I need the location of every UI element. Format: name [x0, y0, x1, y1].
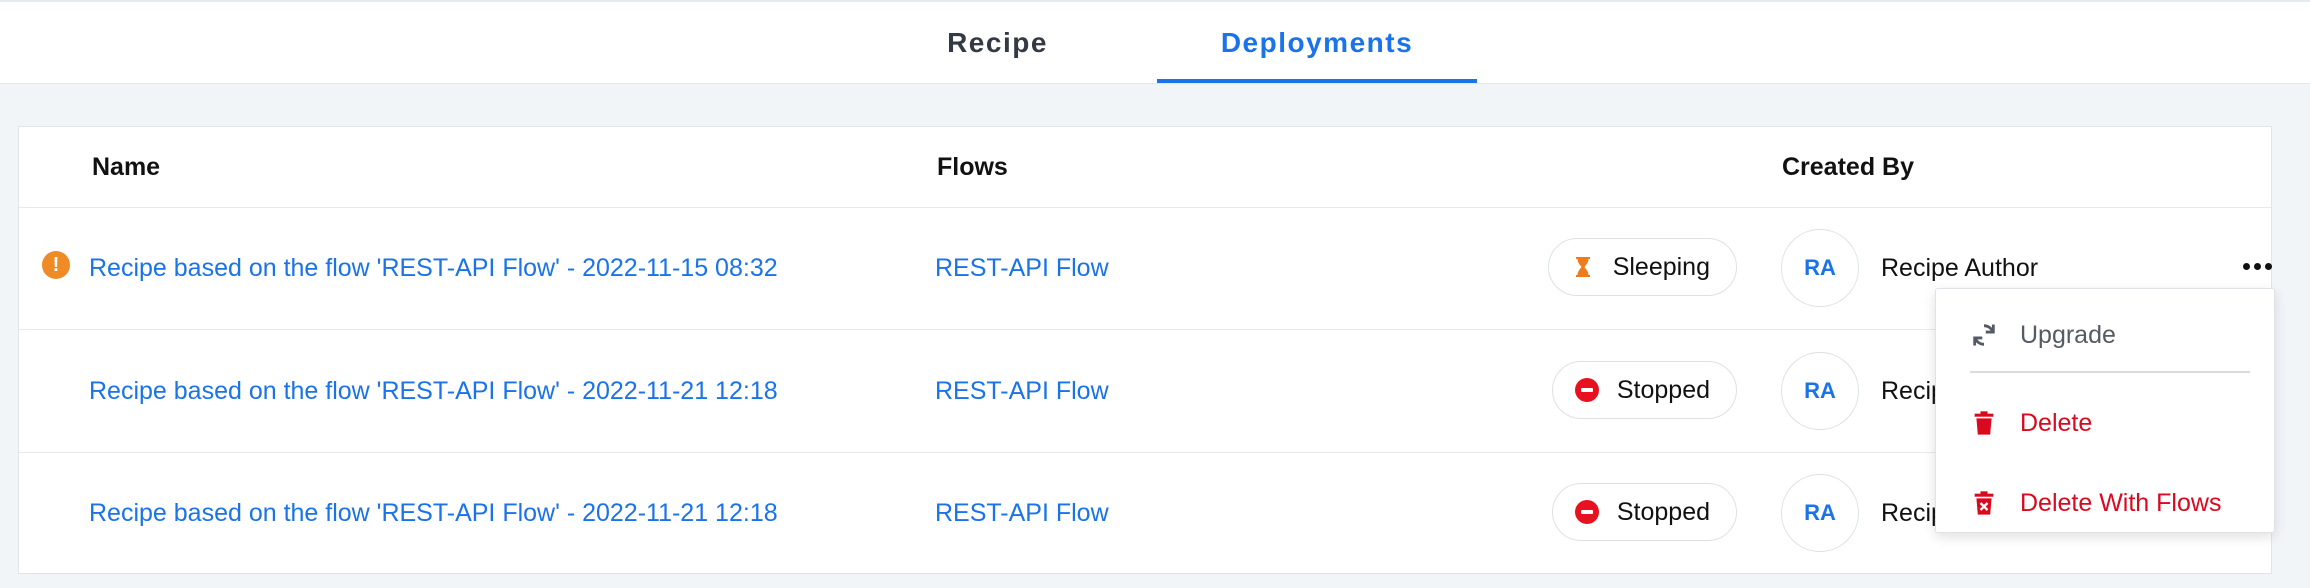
stop-icon — [1574, 500, 1599, 524]
tab-bar: Recipe Deployments — [0, 0, 2310, 84]
delete-label: Delete — [2020, 408, 2093, 437]
trash-x-icon — [1974, 491, 1994, 515]
avatar: RA — [1781, 352, 1859, 430]
tab-deployments[interactable]: Deployments — [1157, 2, 1477, 84]
avatar: RA — [1781, 229, 1859, 307]
delete-menu-item[interactable]: Delete — [1936, 395, 2274, 451]
column-header-flows: Flows — [937, 152, 1008, 181]
delete-with-flows-label: Delete With Flows — [2020, 488, 2222, 517]
status-label: Sleeping — [1612, 252, 1710, 281]
status-badge: Sleeping — [1547, 238, 1737, 296]
more-options-button[interactable] — [2239, 251, 2275, 281]
recipe-name-link[interactable]: Recipe based on the flow 'REST-API Flow'… — [89, 452, 778, 574]
menu-divider — [1970, 371, 2250, 373]
more-dot — [2253, 262, 2261, 270]
flow-link[interactable]: REST-API Flow — [935, 452, 1109, 574]
upgrade-menu-item[interactable]: Upgrade — [1936, 307, 2274, 363]
recipe-name-link[interactable]: Recipe based on the flow 'REST-API Flow'… — [89, 330, 778, 452]
row-context-menu: Upgrade Delete Delete With Flows — [1935, 288, 2275, 533]
warning-icon: ! — [42, 251, 70, 279]
table-row: Recipe based on the flow 'REST-API Flow'… — [19, 330, 2271, 453]
hourglass-icon — [1575, 257, 1590, 277]
recipe-name-link[interactable]: Recipe based on the flow 'REST-API Flow'… — [89, 207, 778, 329]
table-row: ! Recipe based on the flow 'REST-API Flo… — [19, 207, 2272, 330]
deployments-table: Name Flows Created By ! Recipe based on … — [18, 126, 2272, 574]
column-header-created-by: Created By — [1782, 152, 1914, 181]
delete-with-flows-menu-item[interactable]: Delete With Flows — [1936, 475, 2274, 531]
tab-recipe[interactable]: Recipe — [880, 2, 1115, 84]
flow-link[interactable]: REST-API Flow — [935, 330, 1109, 452]
trash-icon — [1974, 411, 1994, 435]
status-label: Stopped — [1616, 497, 1710, 526]
flow-link[interactable]: REST-API Flow — [935, 207, 1109, 329]
status-label: Stopped — [1616, 375, 1710, 404]
table-row: Recipe based on the flow 'REST-API Flow'… — [19, 452, 2271, 574]
more-dot — [2264, 262, 2272, 270]
table-header: Name Flows Created By — [19, 127, 2271, 208]
refresh-icon — [1973, 324, 1995, 346]
status-badge: Stopped — [1551, 483, 1737, 541]
column-header-name: Name — [92, 152, 161, 181]
status-badge: Stopped — [1551, 361, 1737, 419]
active-tab-indicator — [1157, 79, 1477, 83]
avatar: RA — [1781, 474, 1859, 552]
stop-icon — [1574, 378, 1599, 402]
upgrade-label: Upgrade — [2020, 320, 2116, 349]
more-dot — [2242, 262, 2250, 270]
